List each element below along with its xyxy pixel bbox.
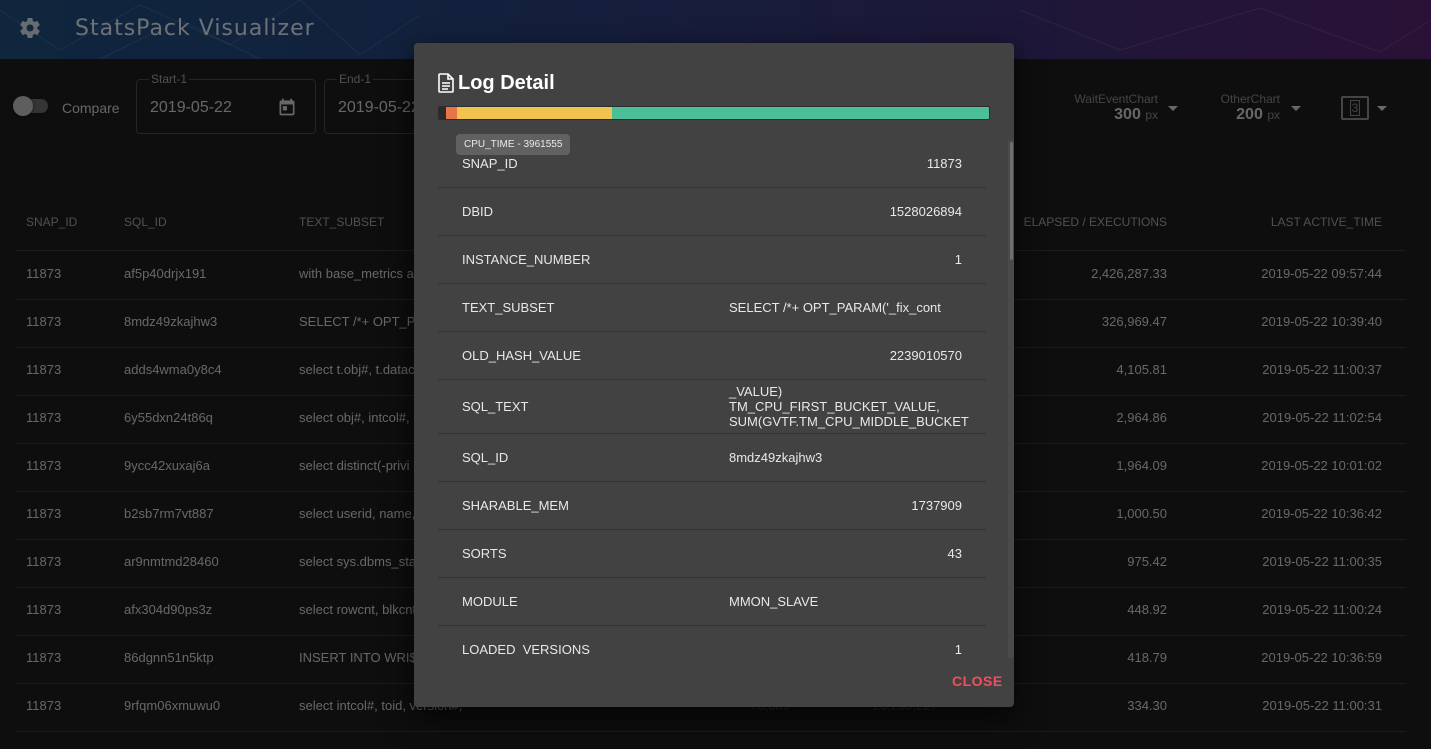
detail-field-list: SNAP_ID 11873 DBID 1528026894 INSTANCE_NUMBE…	[438, 140, 986, 655]
detail-row: MODULE MMON_SLAVE	[438, 578, 986, 626]
detail-value: _VALUE) TM_CPU_FIRST_BUCKET_VALUE, SUM(G…	[729, 383, 969, 429]
log-detail-dialog: Log Detail SNAP_ID 11873 DBID 1528026894 INS…	[414, 43, 1014, 707]
detail-key: OLD_HASH_VALUE	[462, 348, 581, 363]
scrollbar-thumb[interactable]	[1010, 142, 1013, 260]
detail-row: SQL_ID 8mdz49zkajhw3	[438, 434, 986, 482]
detail-value: 11873	[926, 155, 962, 171]
detail-key: LOADED_VERSIONS	[462, 642, 590, 655]
cpu-stacked-bar[interactable]	[438, 106, 990, 120]
detail-key: SQL_TEXT	[462, 399, 529, 414]
detail-value: 1528026894	[889, 203, 962, 219]
detail-value: 43	[947, 545, 962, 561]
bar-segment[interactable]	[439, 107, 446, 119]
detail-value: 8mdz49zkajhw3	[729, 449, 823, 465]
detail-row: OLD_HASH_VALUE 2239010570	[438, 332, 986, 380]
detail-value: 1	[954, 251, 962, 267]
bar-segment[interactable]	[445, 107, 457, 119]
detail-row: LOADED_VERSIONS 1	[438, 626, 986, 656]
detail-value: MMON_SLAVE	[729, 593, 819, 609]
detail-key: MODULE	[462, 594, 518, 609]
detail-key: TEXT_SUBSET	[462, 300, 555, 315]
detail-key: SNAP_ID	[462, 156, 518, 171]
detail-key: SQL_ID	[462, 450, 509, 465]
detail-value: SELECT /*+ OPT_PARAM('_fix_cont	[729, 299, 941, 315]
close-button[interactable]: CLOSE	[952, 673, 1003, 689]
detail-row: SORTS 43	[438, 530, 986, 578]
bar-segment[interactable]	[456, 107, 613, 119]
detail-row: SQL_TEXT _VALUE) TM_CPU_FIRST_BUCKET_VALU…	[438, 380, 986, 434]
bar-segment[interactable]	[612, 107, 989, 119]
detail-key: DBID	[462, 204, 494, 219]
detail-value: 2239010570	[889, 347, 962, 363]
document-icon	[438, 73, 454, 93]
bar-tooltip: CPU_TIME - 3961555	[456, 134, 571, 155]
detail-row: INSTANCE_NUMBER 1	[438, 236, 986, 284]
detail-row: TEXT_SUBSET SELECT /*+ OPT_PARAM('_fix_co…	[438, 284, 986, 332]
detail-value: 1737909	[911, 497, 962, 513]
detail-key: INSTANCE_NUMBER	[462, 252, 591, 267]
detail-row: DBID 1528026894	[438, 188, 986, 236]
detail-value: 1	[954, 641, 962, 656]
detail-key: SHARABLE_MEM	[462, 498, 569, 513]
dialog-title: Log Detail	[458, 72, 555, 94]
detail-row: SHARABLE_MEM 1737909	[438, 482, 986, 530]
detail-key: SORTS	[462, 546, 507, 561]
